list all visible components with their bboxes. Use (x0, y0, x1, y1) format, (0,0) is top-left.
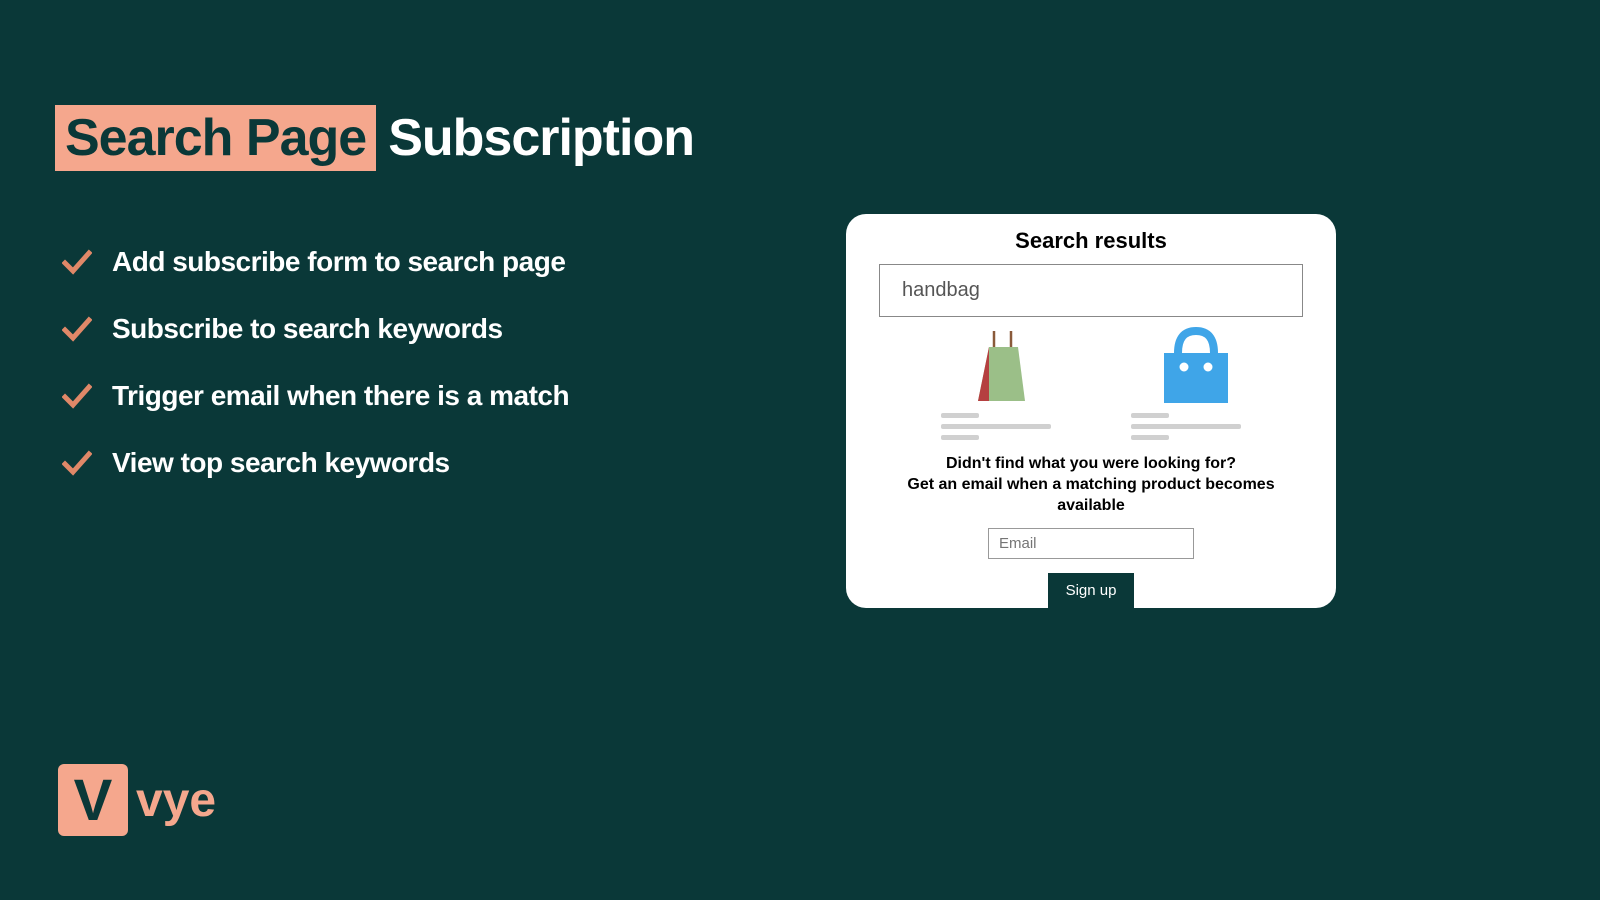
logo-text: vye (136, 773, 216, 828)
signup-button[interactable]: Sign up (1048, 573, 1135, 608)
handbag-icon (1154, 325, 1238, 407)
page-title: Search PageSubscription (55, 108, 694, 168)
skeleton-line (941, 435, 979, 440)
skeleton-line (1131, 424, 1241, 429)
title-highlight: Search Page (55, 105, 376, 171)
feature-text: Add subscribe form to search page (112, 246, 565, 278)
feature-item: Trigger email when there is a match (62, 380, 569, 412)
email-field[interactable] (988, 528, 1194, 559)
search-results-card: Search results handbag Didn't find wh (846, 214, 1336, 608)
feature-text: Subscribe to search keywords (112, 313, 503, 345)
feature-item: Add subscribe form to search page (62, 246, 569, 278)
logo-mark: V (58, 764, 128, 836)
check-icon (62, 450, 92, 476)
check-icon (62, 383, 92, 409)
feature-text: Trigger email when there is a match (112, 380, 569, 412)
feature-list: Add subscribe form to search page Subscr… (62, 246, 569, 479)
feature-text: View top search keywords (112, 447, 450, 479)
logo-letter: V (74, 767, 113, 834)
search-input[interactable]: handbag (879, 264, 1303, 317)
product-item (941, 325, 1071, 440)
feature-item: Subscribe to search keywords (62, 313, 569, 345)
card-prompt-line2: Get an email when a matching product bec… (872, 475, 1310, 517)
shopping-bag-icon (971, 325, 1041, 407)
card-title: Search results (1015, 228, 1167, 254)
skeleton-line (941, 413, 979, 418)
check-icon (62, 249, 92, 275)
brand-logo: V vye (58, 764, 216, 836)
product-item (1131, 325, 1261, 440)
check-icon (62, 316, 92, 342)
skeleton-line (1131, 413, 1169, 418)
skeleton-line (1131, 435, 1169, 440)
title-rest: Subscription (388, 109, 694, 167)
feature-item: View top search keywords (62, 447, 569, 479)
skeleton-line (941, 424, 1051, 429)
product-grid (921, 325, 1261, 440)
card-prompt-line1: Didn't find what you were looking for? (946, 454, 1236, 475)
